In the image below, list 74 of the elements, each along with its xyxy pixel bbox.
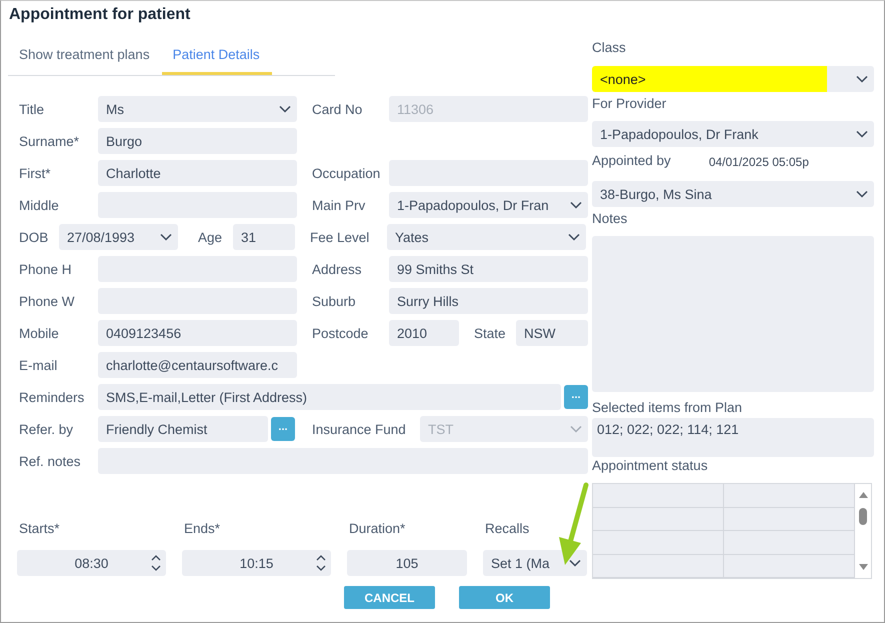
field-label: Main Prv [311,198,366,212]
field-label: Appointment status [592,457,709,475]
scrollbar[interactable] [855,484,871,578]
scroll-down-icon [859,564,868,570]
scroll-thumb[interactable] [859,508,867,525]
field-label: Middle [18,198,60,212]
field-label: Phone W [18,294,76,308]
field-label: Starts* [18,520,61,538]
dropdown[interactable]: 27/08/1993 [59,224,178,250]
dropdown[interactable]: 38-Burgo, Ms Sina [592,181,874,207]
field-label: Phone H [18,262,73,276]
field-label: First* [18,166,52,180]
field-label: Ref. notes [18,454,82,468]
dropdown[interactable]: Yates [387,224,586,250]
field-label: Refer. by [18,422,74,436]
dropdown[interactable]: Ms [98,96,297,122]
tab[interactable]: Patient Details [162,37,272,75]
field-label: Occupation [311,166,382,180]
field-label: Notes [592,210,628,228]
spinner-arrows-icon [316,554,326,572]
items-field: 012; 022; 022; 114; 121 [592,418,874,457]
dropdown[interactable]: <none> [592,66,874,92]
field-label: Reminders [18,390,86,404]
input-field[interactable]: Surry Hills [389,288,588,314]
input-field[interactable]: NSW [516,320,588,346]
input-field[interactable]: Burgo [98,128,297,154]
spinner-arrows-icon [151,554,161,572]
input-field[interactable]: SMS,E-mail,Letter (First Address) [98,384,561,410]
field-label: Card No [311,102,364,116]
chevron-down-icon [570,201,582,209]
date-text: 04/01/2025 05:05p [708,155,809,169]
field-label: Age [197,230,224,244]
chevron-down-icon [569,559,581,567]
field-label: Surname* [18,134,80,148]
field-label: Duration* [348,520,406,538]
field-label: State [473,326,507,340]
input-field[interactable]: charlotte@centaursoftware.c [98,352,297,378]
chevron-down-icon [279,105,291,113]
dropdown[interactable]: 1-Papadopoulos, Dr Fran [389,192,588,218]
field-label: Appointed by [592,152,671,168]
field-label: E-mail [18,358,58,372]
dropdown[interactable]: Set 1 (Ma [483,550,587,576]
field-label: Address [311,262,363,276]
field-label: Insurance Fund [311,422,407,436]
tab[interactable]: Show treatment plans [8,37,162,75]
chevron-down-icon [856,130,868,138]
input-field[interactable]: Charlotte [98,160,297,186]
chevron-down-icon [856,190,868,198]
chevron-down-icon [856,75,868,83]
field-label: Mobile [18,326,60,340]
dropdown[interactable]: 1-Papadopoulos, Dr Frank [592,121,874,147]
field-label: Class [592,39,627,57]
field-label: For Provider [592,95,668,113]
field-label: Ends* [183,520,222,538]
window-title: Appointment for patient [8,5,192,25]
field-label: Title [18,102,46,116]
field-label: Recalls [484,520,530,538]
input-field[interactable]: 31 [233,224,295,250]
input-field[interactable]: 2010 [389,320,459,346]
chevron-down-icon [570,425,582,433]
time-spinner[interactable]: 08:30 [17,550,166,576]
chevron-down-icon [160,233,172,241]
input-field[interactable]: Friendly Chemist [98,416,268,442]
scroll-up-icon [859,492,868,498]
input-field[interactable]: 0409123456 [98,320,297,346]
field-label: Selected items from Plan [592,399,744,417]
field-label: Fee Level [309,230,370,244]
field-label: Postcode [311,326,370,340]
field-label: DOB [18,230,50,244]
input-field[interactable]: 99 Smiths St [389,256,588,282]
chevron-down-icon [568,233,580,241]
input-field[interactable]: 105 [347,550,467,576]
time-spinner[interactable]: 10:15 [182,550,331,576]
field-label: Suburb [311,294,357,308]
